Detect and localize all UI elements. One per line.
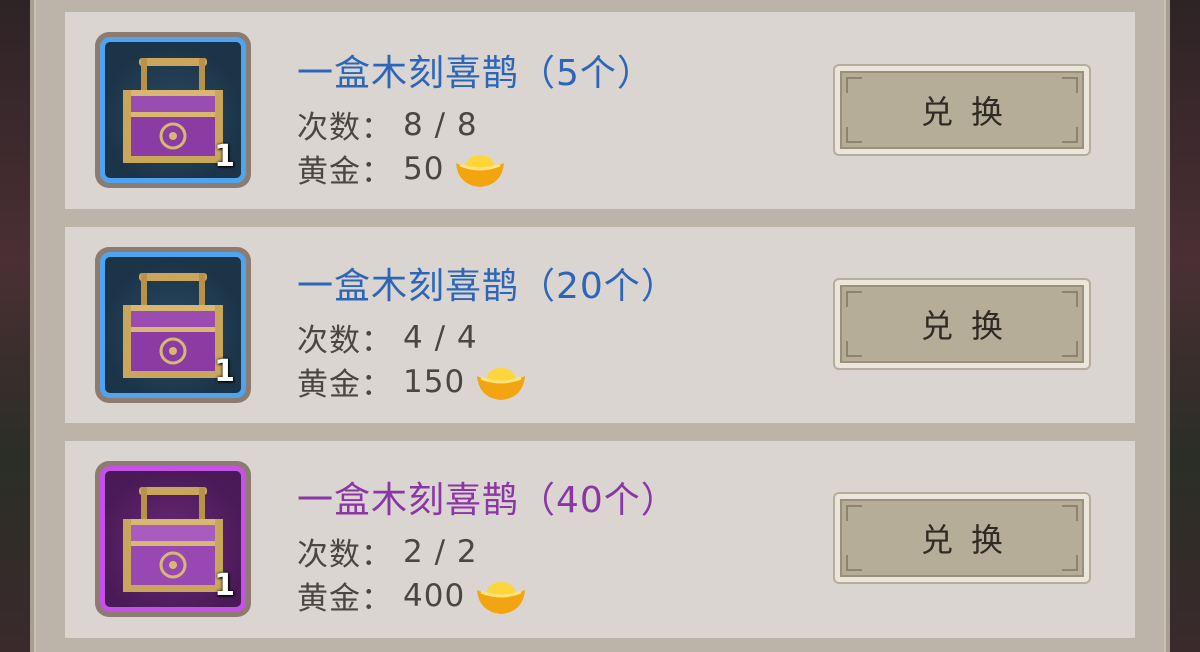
cost-value: 50 xyxy=(403,150,445,187)
item-title: 一盒木刻喜鹊（40个） xyxy=(297,480,678,521)
gold-ingot-icon xyxy=(456,154,505,187)
cost-value: 400 xyxy=(403,577,466,614)
times-value: 8 / 8 xyxy=(403,106,478,143)
item-quantity: 1 xyxy=(214,354,235,389)
item-quantity: 1 xyxy=(214,568,235,603)
exchange-button-label: 兑换 xyxy=(920,521,1021,559)
exchange-button-label: 兑换 xyxy=(920,93,1021,131)
item-title: 一盒木刻喜鹊（5个） xyxy=(297,53,654,94)
times-line: 次数： 8 / 8 xyxy=(297,102,478,147)
exchange-button[interactable]: 兑换 xyxy=(833,64,1091,156)
item-slot-inner: 1 xyxy=(100,252,246,398)
item-quantity: 1 xyxy=(214,139,235,174)
exchange-button[interactable]: 兑换 xyxy=(833,278,1091,370)
gold-ingot-icon xyxy=(477,367,526,400)
exchange-button-face: 兑换 xyxy=(840,285,1084,363)
times-label: 次数： xyxy=(297,323,393,359)
item-slot-inner: 1 xyxy=(100,37,246,183)
exchange-button[interactable]: 兑换 xyxy=(833,492,1091,584)
item-slot[interactable]: 1 xyxy=(95,461,251,617)
cost-label: 黄金： xyxy=(297,367,393,403)
exchange-row: 1 一盒木刻喜鹊（20个） 次数： 4 / 4 黄金： 150 兑换 xyxy=(65,227,1135,423)
background-right-edge xyxy=(1170,0,1200,652)
item-slot[interactable]: 1 xyxy=(95,32,251,188)
times-value: 2 / 2 xyxy=(403,533,478,570)
times-label: 次数： xyxy=(297,537,393,573)
cost-label: 黄金： xyxy=(297,581,393,617)
exchange-row: 1 一盒木刻喜鹊（40个） 次数： 2 / 2 黄金： 400 兑换 xyxy=(65,441,1135,638)
times-value: 4 / 4 xyxy=(403,319,478,356)
exchange-button-label: 兑换 xyxy=(920,307,1021,345)
item-title: 一盒木刻喜鹊（20个） xyxy=(297,266,678,307)
cost-line: 黄金： 50 xyxy=(297,146,506,191)
item-slot[interactable]: 1 xyxy=(95,247,251,403)
cost-label: 黄金： xyxy=(297,154,393,190)
cost-line: 黄金： 400 xyxy=(297,573,527,618)
exchange-button-face: 兑换 xyxy=(840,71,1084,149)
item-slot-inner: 1 xyxy=(100,466,246,612)
times-line: 次数： 2 / 2 xyxy=(297,529,478,574)
times-label: 次数： xyxy=(297,110,393,146)
cost-line: 黄金： 150 xyxy=(297,359,527,404)
gold-ingot-icon xyxy=(477,581,526,614)
background-left-edge xyxy=(0,0,30,652)
exchange-button-face: 兑换 xyxy=(840,499,1084,577)
exchange-row: 1 一盒木刻喜鹊（5个） 次数： 8 / 8 黄金： 50 兑换 xyxy=(65,12,1135,209)
times-line: 次数： 4 / 4 xyxy=(297,315,478,360)
cost-value: 150 xyxy=(403,363,466,400)
